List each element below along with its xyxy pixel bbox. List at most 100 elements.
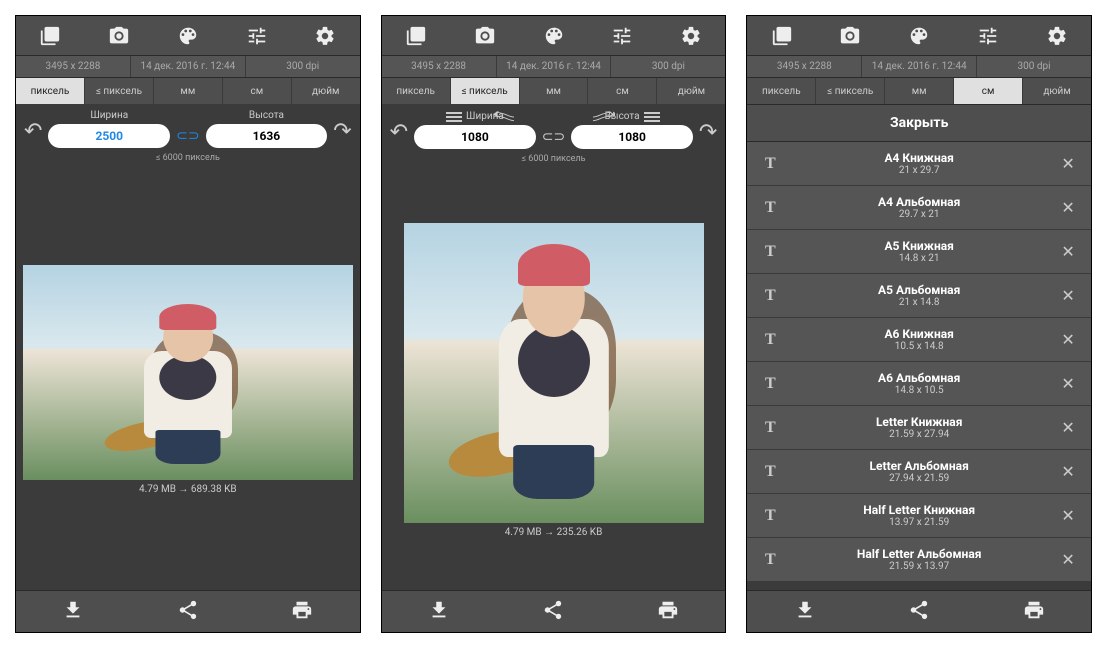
- close-icon[interactable]: ✕: [1055, 286, 1081, 305]
- width-input[interactable]: [48, 124, 170, 148]
- close-icon[interactable]: ✕: [1055, 506, 1081, 525]
- tab-mm[interactable]: мм: [154, 78, 223, 104]
- unit-tabs: пиксель ≤ пиксель мм см дюйм: [747, 78, 1091, 104]
- gallery-icon[interactable]: [36, 22, 64, 50]
- undo-icon[interactable]: ↶: [24, 119, 42, 148]
- preset-row[interactable]: TA4 Книжная21 x 29.7✕: [747, 142, 1091, 186]
- preset-row[interactable]: TA5 Книжная14.8 x 21✕: [747, 230, 1091, 274]
- text-icon: T: [757, 463, 783, 481]
- download-icon[interactable]: [794, 599, 816, 625]
- link-icon[interactable]: ⊂⊃: [542, 129, 565, 149]
- preset-row[interactable]: TLetter Альбомная27.94 x 21.59✕: [747, 450, 1091, 494]
- height-input[interactable]: [571, 125, 693, 149]
- tab-cm[interactable]: см: [588, 78, 657, 104]
- tab-mm[interactable]: мм: [885, 78, 954, 104]
- text-icon: T: [757, 419, 783, 437]
- palette-icon[interactable]: [905, 22, 933, 50]
- download-icon[interactable]: [428, 599, 450, 625]
- info-row: 3495 x 2288 14 дек. 2016 г. 12:44 300 dp…: [16, 56, 360, 78]
- preset-row[interactable]: TA6 Книжная10.5 x 14.8✕: [747, 318, 1091, 362]
- tune-icon[interactable]: [608, 22, 636, 50]
- height-block: Высота: [571, 110, 693, 149]
- tab-pixel[interactable]: пиксель: [382, 78, 451, 104]
- preset-row[interactable]: THalf Letter Альбомная21.59 x 13.97✕: [747, 538, 1091, 582]
- tab-cm[interactable]: см: [954, 78, 1023, 104]
- close-icon[interactable]: ✕: [1055, 462, 1081, 481]
- tune-icon[interactable]: [974, 22, 1002, 50]
- text-icon: T: [757, 551, 783, 569]
- preset-row[interactable]: THalf Letter Книжная13.97 x 21.59✕: [747, 494, 1091, 538]
- undo-icon[interactable]: ↶: [390, 120, 408, 149]
- preset-row[interactable]: TA4 Альбомная29.7 x 21✕: [747, 186, 1091, 230]
- info-dimensions: 3495 x 2288: [747, 56, 862, 77]
- tab-cm[interactable]: см: [223, 78, 292, 104]
- close-icon[interactable]: ✕: [1055, 330, 1081, 349]
- camera-icon[interactable]: [105, 22, 133, 50]
- camera-icon[interactable]: [836, 22, 864, 50]
- print-icon[interactable]: [657, 599, 679, 625]
- close-icon[interactable]: ✕: [1055, 550, 1081, 569]
- width-block: Ширина: [48, 110, 170, 148]
- width-input[interactable]: [414, 125, 536, 149]
- tune-icon[interactable]: [243, 22, 271, 50]
- tab-inch[interactable]: дюйм: [292, 78, 360, 104]
- print-icon[interactable]: [291, 599, 313, 625]
- dimension-row: ↶ Ширина ⊂⊃ Высота ↷: [16, 104, 360, 150]
- preset-info: A6 Книжная10.5 x 14.8: [783, 327, 1055, 352]
- menu-icon[interactable]: [446, 110, 462, 122]
- swap-left-icon[interactable]: [492, 110, 514, 124]
- tab-lte-pixel[interactable]: ≤ пиксель: [85, 78, 154, 104]
- palette-icon[interactable]: [540, 22, 568, 50]
- gear-icon[interactable]: [677, 22, 705, 50]
- unit-tabs: пиксель ≤ пиксель мм см дюйм: [382, 78, 726, 104]
- swap-right-icon[interactable]: [593, 110, 615, 124]
- link-icon[interactable]: ⊂⊃: [176, 128, 199, 148]
- share-icon[interactable]: [908, 599, 930, 625]
- close-button[interactable]: Закрыть: [747, 104, 1091, 142]
- info-date: 14 дек. 2016 г. 12:44: [862, 56, 977, 77]
- text-icon: T: [757, 331, 783, 349]
- close-icon[interactable]: ✕: [1055, 154, 1081, 173]
- share-icon[interactable]: [542, 599, 564, 625]
- preset-row[interactable]: TA5 Альбомная21 x 14.8✕: [747, 274, 1091, 318]
- screen-3: 3495 x 2288 14 дек. 2016 г. 12:44 300 dp…: [746, 15, 1092, 633]
- menu-icon[interactable]: [644, 110, 660, 122]
- gear-icon[interactable]: [1043, 22, 1071, 50]
- preview-image: [404, 223, 704, 523]
- preset-info: Half Letter Альбомная21.59 x 13.97: [783, 547, 1055, 572]
- preset-list[interactable]: TA4 Книжная21 x 29.7✕TA4 Альбомная29.7 x…: [747, 142, 1091, 590]
- redo-icon[interactable]: ↷: [699, 120, 717, 149]
- tab-inch[interactable]: дюйм: [657, 78, 725, 104]
- redo-icon[interactable]: ↷: [333, 119, 351, 148]
- tab-inch[interactable]: дюйм: [1023, 78, 1091, 104]
- share-icon[interactable]: [177, 599, 199, 625]
- print-icon[interactable]: [1023, 599, 1045, 625]
- dimension-row: ↶ Ширина ⊂⊃ Высота ↷: [382, 104, 726, 151]
- info-dpi: 300 dpi: [977, 56, 1091, 77]
- close-icon[interactable]: ✕: [1055, 198, 1081, 217]
- preset-info: A4 Книжная21 x 29.7: [783, 151, 1055, 176]
- tab-mm[interactable]: мм: [520, 78, 589, 104]
- camera-icon[interactable]: [471, 22, 499, 50]
- close-icon[interactable]: ✕: [1055, 418, 1081, 437]
- preset-row[interactable]: TLetter Книжная21.59 x 27.94✕: [747, 406, 1091, 450]
- height-label: Высота: [206, 110, 328, 121]
- palette-icon[interactable]: [174, 22, 202, 50]
- preset-row[interactable]: TA6 Альбомная14.8 x 10.5✕: [747, 362, 1091, 406]
- width-label: Ширина: [414, 110, 536, 122]
- limit-label: ≤ 6000 пиксель: [16, 150, 360, 169]
- gear-icon[interactable]: [311, 22, 339, 50]
- tab-lte-pixel[interactable]: ≤ пиксель: [816, 78, 885, 104]
- gallery-icon[interactable]: [768, 22, 796, 50]
- close-icon[interactable]: ✕: [1055, 374, 1081, 393]
- tab-pixel[interactable]: пиксель: [747, 78, 816, 104]
- unit-tabs: пиксель ≤ пиксель мм см дюйм: [16, 78, 360, 104]
- download-icon[interactable]: [62, 599, 84, 625]
- info-date: 14 дек. 2016 г. 12:44: [497, 56, 612, 77]
- tab-lte-pixel[interactable]: ≤ пиксель: [451, 78, 520, 104]
- tab-pixel[interactable]: пиксель: [16, 78, 85, 104]
- close-icon[interactable]: ✕: [1055, 242, 1081, 261]
- size-info: 4.79 MB → 689.38 KB: [139, 484, 237, 495]
- gallery-icon[interactable]: [402, 22, 430, 50]
- height-input[interactable]: [206, 124, 328, 148]
